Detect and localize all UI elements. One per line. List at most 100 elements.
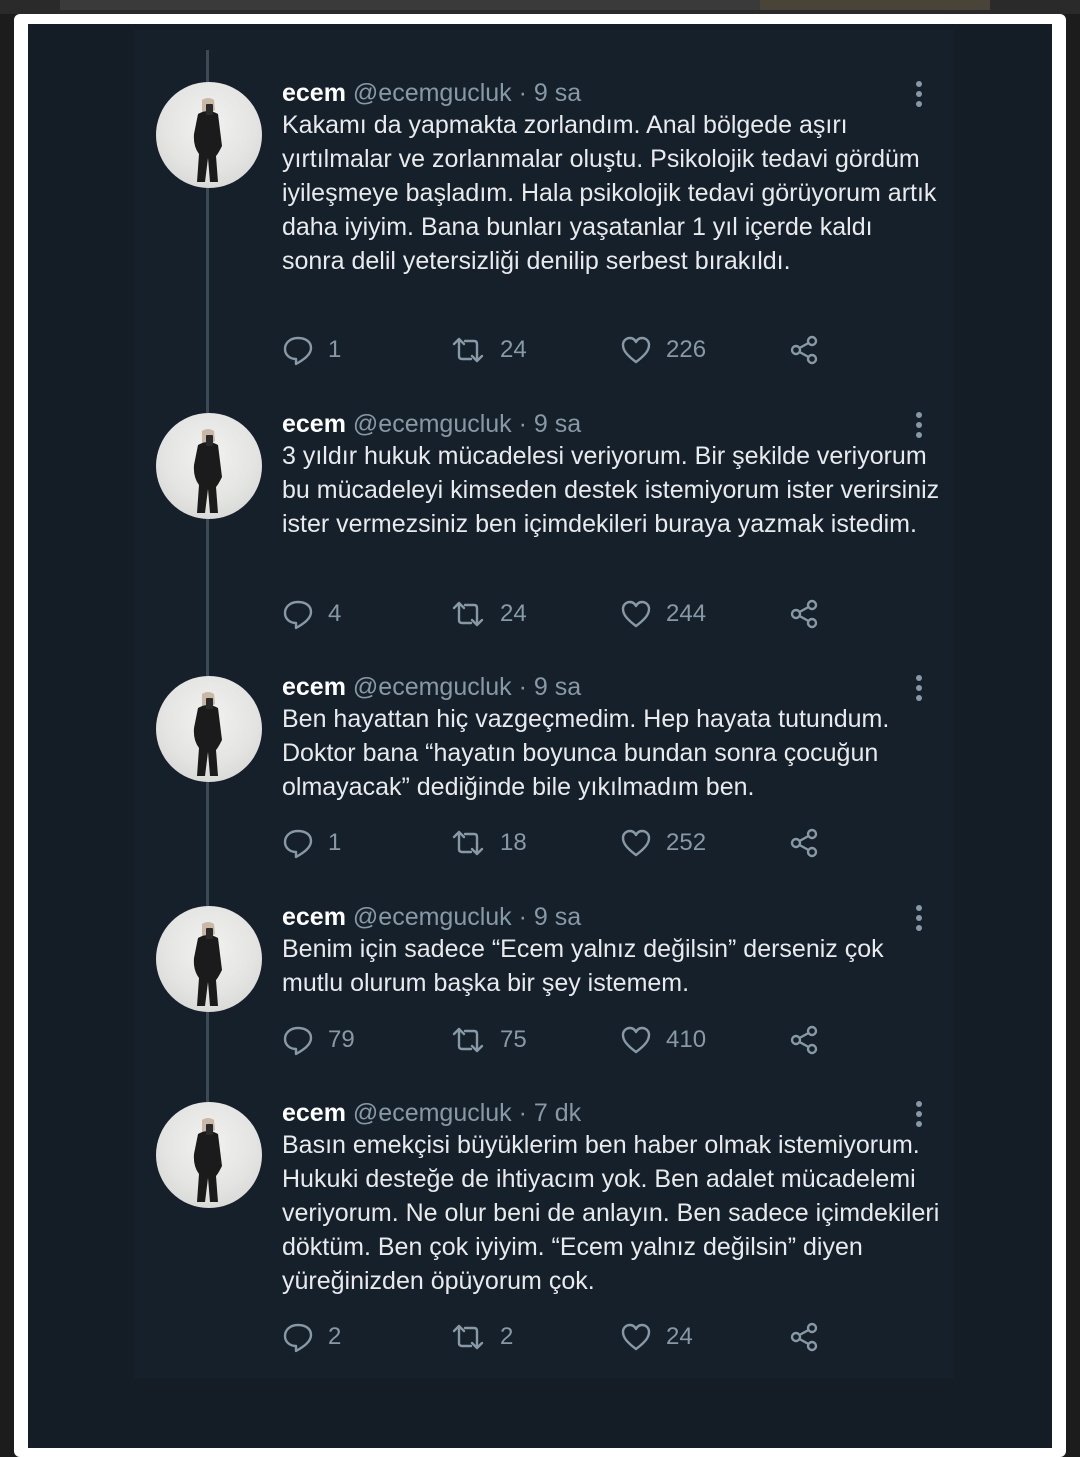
like-count: 244 — [666, 600, 707, 627]
more-options-icon[interactable] — [904, 904, 934, 934]
display-name[interactable]: ecem — [282, 673, 346, 701]
share-button[interactable] — [788, 596, 820, 632]
retweet-icon — [452, 1324, 484, 1350]
share-button[interactable] — [788, 1022, 820, 1058]
separator-dot: · — [518, 410, 527, 438]
like-count: 252 — [666, 829, 707, 856]
retweet-button[interactable]: 75 — [450, 1022, 527, 1058]
reply-icon — [283, 829, 313, 859]
tweet-header: ecem @ecemgucluk · 7 dk — [282, 1098, 581, 1128]
tweet-text: Benim için sadece “Ecem yalnız değilsin”… — [282, 935, 884, 997]
reply-count: 2 — [328, 1323, 342, 1350]
retweet-button[interactable]: 24 — [450, 332, 527, 368]
heart-icon — [621, 336, 651, 364]
avatar-figure — [193, 922, 222, 1006]
more-options-icon[interactable] — [904, 80, 934, 110]
tweet-header: ecem @ecemgucluk · 9 sa — [282, 672, 581, 702]
retweet-icon — [452, 1027, 484, 1053]
reply-button[interactable]: 1 — [282, 825, 341, 861]
reply-icon — [283, 600, 313, 630]
display-name[interactable]: ecem — [282, 79, 346, 107]
display-name[interactable]: ecem — [282, 410, 346, 438]
reply-button[interactable]: 2 — [282, 1319, 341, 1355]
retweet-icon — [452, 337, 484, 363]
timestamp[interactable]: 7 dk — [534, 1099, 581, 1127]
reply-count: 1 — [328, 829, 342, 856]
avatar[interactable] — [156, 1102, 262, 1208]
tweet-actions: 1 18 252 — [282, 825, 842, 861]
retweet-button[interactable]: 2 — [450, 1319, 513, 1355]
share-icon — [790, 335, 818, 365]
reply-count: 1 — [328, 336, 342, 363]
reply-button[interactable]: 79 — [282, 1022, 355, 1058]
background-strip — [0, 0, 1080, 14]
username[interactable]: @ecemgucluk — [353, 79, 512, 107]
like-button[interactable]: 252 — [620, 825, 706, 861]
display-name[interactable]: ecem — [282, 903, 346, 931]
heart-icon — [621, 1026, 651, 1054]
timestamp[interactable]: 9 sa — [534, 673, 581, 701]
timestamp[interactable]: 9 sa — [534, 410, 581, 438]
username[interactable]: @ecemgucluk — [353, 673, 512, 701]
tweet-actions: 2 2 24 — [282, 1319, 842, 1355]
timestamp[interactable]: 9 sa — [534, 79, 581, 107]
avatar[interactable] — [156, 82, 262, 188]
retweet-icon — [452, 601, 484, 627]
retweet-button[interactable]: 24 — [450, 596, 527, 632]
avatar-figure — [193, 98, 222, 182]
tweet-actions: 79 75 410 — [282, 1022, 842, 1058]
share-icon — [790, 599, 818, 629]
more-options-icon[interactable] — [904, 411, 934, 441]
separator-dot: · — [518, 1099, 527, 1127]
tweet-actions: 1 24 226 — [282, 332, 842, 368]
separator-dot: · — [518, 903, 527, 931]
heart-icon — [621, 600, 651, 628]
like-button[interactable]: 410 — [620, 1022, 706, 1058]
timestamp[interactable]: 9 sa — [534, 903, 581, 931]
avatar-figure — [193, 1118, 222, 1202]
more-options-icon[interactable] — [904, 674, 934, 704]
tweet-header: ecem @ecemgucluk · 9 sa — [282, 78, 581, 108]
tweet-text: Ben hayattan hiç vazgeçmedim. Hep hayata… — [282, 705, 890, 801]
reply-count: 4 — [328, 600, 342, 627]
share-icon — [790, 1025, 818, 1055]
username[interactable]: @ecemgucluk — [353, 410, 512, 438]
share-button[interactable] — [788, 332, 820, 368]
more-options-icon[interactable] — [904, 1100, 934, 1130]
avatar-figure — [193, 692, 222, 776]
like-button[interactable]: 24 — [620, 1319, 693, 1355]
retweet-icon — [452, 830, 484, 856]
like-count: 24 — [666, 1323, 693, 1350]
avatar[interactable] — [156, 413, 262, 519]
reply-icon — [283, 1026, 313, 1056]
username[interactable]: @ecemgucluk — [353, 903, 512, 931]
display-name[interactable]: ecem — [282, 1099, 346, 1127]
share-button[interactable] — [788, 1319, 820, 1355]
tweet-text: 3 yıldır hukuk mücadelesi veriyorum. Bir… — [282, 442, 940, 538]
share-icon — [790, 828, 818, 858]
username[interactable]: @ecemgucluk — [353, 1099, 512, 1127]
reply-button[interactable]: 1 — [282, 332, 341, 368]
retweet-count: 18 — [500, 829, 527, 856]
tweet-header: ecem @ecemgucluk · 9 sa — [282, 409, 581, 439]
heart-icon — [621, 1323, 651, 1351]
share-button[interactable] — [788, 825, 820, 861]
retweet-count: 2 — [500, 1323, 514, 1350]
reply-icon — [283, 1323, 313, 1353]
retweet-count: 24 — [500, 600, 527, 627]
retweet-count: 75 — [500, 1026, 527, 1053]
separator-dot: · — [518, 673, 527, 701]
reply-count: 79 — [328, 1026, 355, 1053]
reply-icon — [283, 336, 313, 366]
like-button[interactable]: 226 — [620, 332, 706, 368]
tweet-text: Basın emekçisi büyüklerim ben haber olma… — [282, 1131, 940, 1295]
share-icon — [790, 1322, 818, 1352]
avatar[interactable] — [156, 676, 262, 782]
avatar[interactable] — [156, 906, 262, 1012]
heart-icon — [621, 829, 651, 857]
reply-button[interactable]: 4 — [282, 596, 341, 632]
tweet-header: ecem @ecemgucluk · 9 sa — [282, 902, 581, 932]
retweet-button[interactable]: 18 — [450, 825, 527, 861]
like-button[interactable]: 244 — [620, 596, 706, 632]
tweet-text: Kakamı da yapmakta zorlandım. Anal bölge… — [282, 111, 937, 275]
